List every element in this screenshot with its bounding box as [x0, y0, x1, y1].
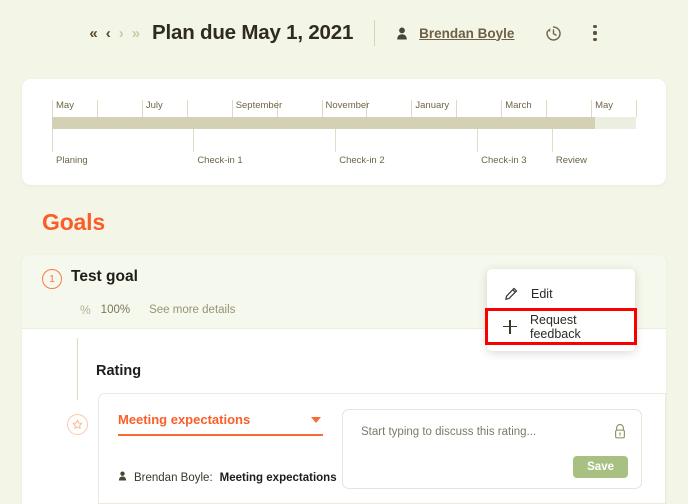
timeline-month-label: September — [235, 100, 283, 111]
page-title: Plan due May 1, 2021 — [152, 21, 354, 44]
menu-item-label: Edit — [531, 286, 553, 301]
timeline-tick — [636, 100, 637, 117]
timeline-tick — [546, 100, 548, 117]
milestone-line — [335, 129, 337, 152]
rating-row: Meeting expectations Brendan Boyle: Meet… — [98, 393, 666, 504]
timeline-milestones: Planing Check-in 1 Check-in 2 Check-in 3 Rev… — [52, 129, 636, 170]
plan-owner-link[interactable]: Brendan Boyle — [419, 26, 514, 41]
goal-progress-value: 100% — [100, 304, 131, 316]
goal-title: Test goal — [71, 268, 138, 285]
timeline-tick — [96, 100, 98, 117]
timeline-progress-track — [52, 117, 636, 129]
milestone-label: Check-in 2 — [339, 155, 385, 166]
header-divider — [374, 20, 376, 46]
timeline: May July September November January March May … — [52, 100, 637, 170]
rating-comment-box[interactable]: Start typing to discuss this rating... S… — [342, 409, 642, 489]
rater-rating-value: Meeting expectations — [219, 471, 337, 484]
goal-meta: % 100% See more details — [80, 303, 235, 317]
milestone-label: Review — [555, 155, 588, 166]
page-root: « ‹ › » Plan due May 1, 2021 Brendan Boy… — [0, 0, 688, 504]
milestone-line — [477, 129, 479, 152]
rating-section-title: Rating — [96, 363, 142, 379]
milestone-line — [551, 129, 553, 152]
menu-item-label: Request feedback — [530, 312, 581, 341]
percent-symbol: % — [80, 303, 91, 317]
star-circle-icon — [67, 414, 88, 435]
save-button[interactable]: Save — [573, 456, 628, 478]
timeline-progress-fill — [52, 117, 596, 129]
plan-header: « ‹ › » Plan due May 1, 2021 Brendan Boy… — [0, 0, 688, 66]
milestone-line — [193, 129, 195, 152]
kebab-dot — [593, 25, 597, 29]
kebab-dot — [593, 37, 597, 41]
timeline-month-label: May — [595, 100, 614, 111]
plus-icon — [503, 319, 517, 334]
rating-select[interactable]: Meeting expectations — [118, 412, 323, 436]
chevron-down-icon — [311, 416, 321, 423]
kebab-dot — [593, 31, 597, 35]
goal-context-menu: Edit Request feedback — [485, 269, 637, 351]
rater-summary: Brendan Boyle: Meeting expectations — [118, 471, 337, 484]
milestone-label: Planing — [56, 155, 88, 166]
timeline-month-label: November — [325, 100, 370, 111]
plan-navigation: « ‹ › » — [89, 26, 140, 41]
menu-item-edit[interactable]: Edit — [487, 277, 635, 310]
see-more-details-link[interactable]: See more details — [149, 304, 235, 316]
timeline-month-label: May — [56, 100, 74, 111]
pencil-icon — [503, 287, 518, 301]
comment-placeholder: Start typing to discuss this rating... — [361, 426, 537, 438]
rating-select-value: Meeting expectations — [118, 412, 251, 427]
timeline-card: May July September November January March May … — [22, 79, 666, 185]
goals-section-title: Goals — [42, 209, 105, 235]
timeline-month-axis: May July September November January March May — [52, 100, 637, 117]
timeline-tick — [186, 100, 188, 117]
nav-prev-button[interactable]: ‹ — [106, 26, 111, 41]
menu-item-request-feedback[interactable]: Request feedback — [485, 308, 637, 345]
timeline-month-label: January — [415, 100, 450, 111]
rating-rail — [77, 338, 78, 400]
nav-next-button[interactable]: › — [119, 26, 124, 41]
rater-name: Brendan Boyle: — [134, 471, 213, 484]
history-clock-icon[interactable] — [544, 24, 563, 43]
timeline-tick — [456, 100, 458, 117]
milestone-line — [52, 129, 53, 152]
more-options-button[interactable] — [591, 23, 598, 43]
timeline-month-label: July — [145, 100, 163, 111]
milestone-label: Check-in 3 — [481, 155, 527, 166]
nav-first-button[interactable]: « — [89, 26, 97, 41]
person-icon — [118, 471, 127, 484]
milestone-label: Check-in 1 — [197, 155, 243, 166]
lock-icon — [613, 423, 627, 445]
timeline-month-label: March — [505, 100, 532, 111]
person-icon — [396, 27, 408, 40]
goal-number-badge: 1 — [42, 269, 62, 289]
nav-last-button[interactable]: » — [132, 26, 140, 41]
